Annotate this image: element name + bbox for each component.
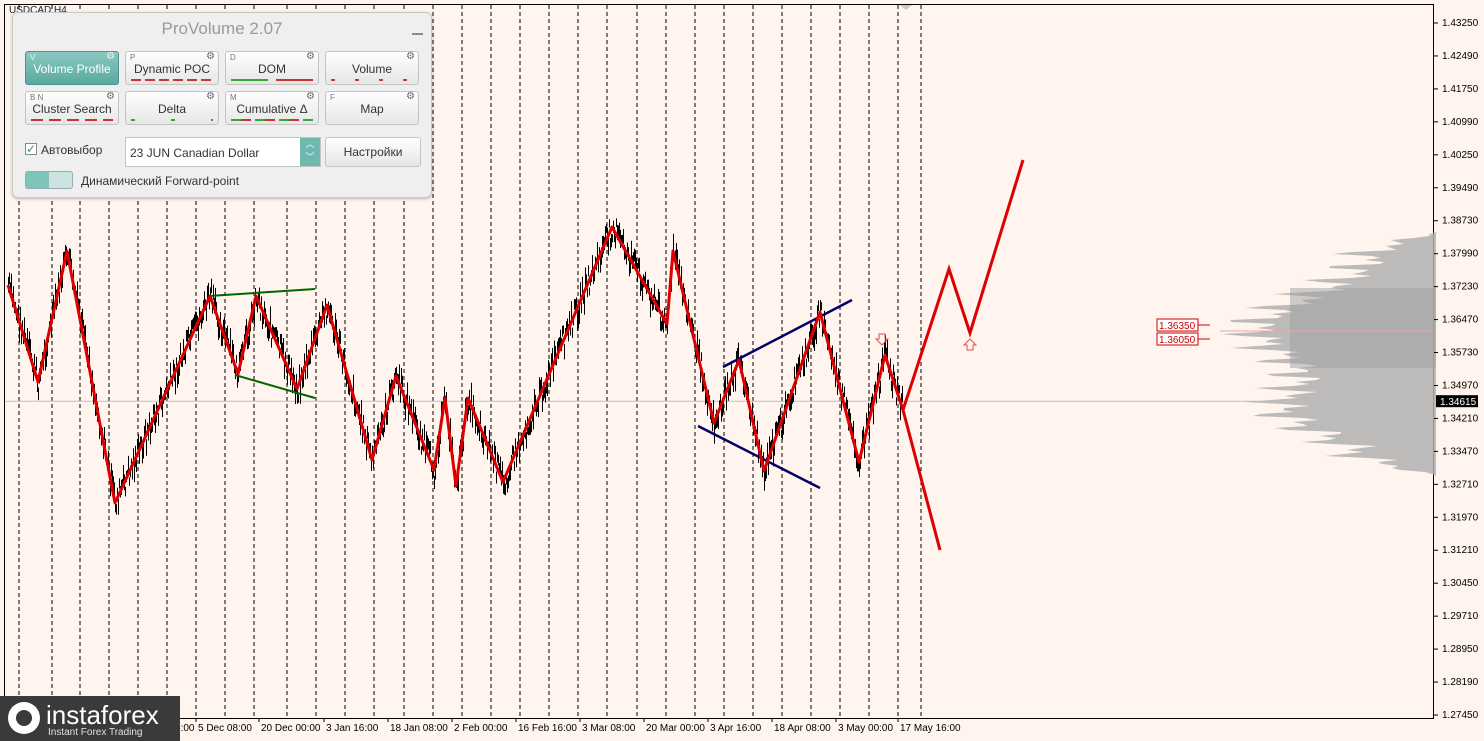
delta-button[interactable]: ⚙ Delta: [125, 91, 219, 125]
price-axis-label: 1.42490: [1442, 51, 1479, 62]
autoselect-label: Автовыбор: [41, 143, 103, 157]
gear-icon[interactable]: ⚙: [306, 51, 315, 62]
volume-profile-button[interactable]: V ⚙ Volume Profile: [25, 51, 119, 85]
instaforex-logo: instaforex Instant Forex Trading: [0, 696, 180, 741]
price-axis-label: 1.31970: [1442, 512, 1479, 523]
price-axis-label: 1.28190: [1442, 677, 1479, 688]
time-axis-label: 16 Feb 16:00: [518, 723, 577, 734]
autoselect-checkbox[interactable]: ✓: [25, 143, 37, 155]
volume-button[interactable]: ⚙ Volume: [325, 51, 419, 85]
price-axis-label: 1.40990: [1442, 117, 1479, 128]
instrument-value: 23 JUN Canadian Dollar: [130, 146, 260, 160]
gear-icon[interactable]: ⚙: [406, 51, 415, 62]
time-axis-label: 3 Mar 08:00: [582, 723, 636, 734]
spinner-icon[interactable]: ︿ ﹀: [300, 138, 320, 166]
price-axis-label: 1.28950: [1442, 644, 1479, 655]
price-axis-label: 1.34210: [1442, 413, 1479, 424]
map-button[interactable]: F ⚙ Map: [325, 91, 419, 125]
minimize-icon[interactable]: [412, 33, 423, 35]
time-axis-label: 18 Jan 08:00: [390, 723, 448, 734]
time-axis-label: 3 Jan 16:00: [326, 723, 379, 734]
current-price-label: 1.34615: [1440, 397, 1477, 408]
time-axis-label: 3 Apr 16:00: [710, 723, 762, 734]
gear-icon[interactable]: ⚙: [106, 91, 115, 102]
price-axis-label: 1.37230: [1442, 282, 1479, 293]
price-axis-label: 1.30450: [1442, 578, 1479, 589]
price-axis-label: 1.34970: [1442, 380, 1479, 391]
panel-title: ProVolume 2.07: [161, 19, 283, 38]
price-axis-label: 1.31210: [1442, 545, 1479, 556]
price-axis-label: 1.32710: [1442, 479, 1479, 490]
price-axis-label: 1.40250: [1442, 150, 1479, 161]
cumulative-delta-button[interactable]: M ⚙ Cumulative Δ: [225, 91, 319, 125]
price-axis-label: 1.43250: [1442, 18, 1479, 29]
gear-icon[interactable]: ⚙: [206, 51, 215, 62]
instrument-select[interactable]: 23 JUN Canadian Dollar ︿ ﹀: [125, 137, 321, 167]
settings-button[interactable]: Настройки: [325, 137, 421, 167]
forward-point-toggle[interactable]: [25, 171, 73, 189]
time-axis-label: 20 Dec 00:00: [261, 723, 321, 734]
price-axis-label: 1.33470: [1442, 446, 1479, 457]
time-axis-label: 3 May 00:00: [838, 723, 893, 734]
gear-icon[interactable]: ⚙: [206, 91, 215, 102]
time-axis-label: 17 May 16:00: [900, 723, 961, 734]
price-axis-label: 1.37990: [1442, 249, 1479, 260]
dom-button[interactable]: D ⚙ DOM: [225, 51, 319, 85]
price-axis-label: 1.41750: [1442, 84, 1479, 95]
price-axis-label: 1.27450: [1442, 710, 1479, 721]
price-axis-label: 1.35730: [1442, 348, 1479, 359]
time-axis-label: 18 Apr 08:00: [774, 723, 831, 734]
level-label: 1.36050: [1159, 335, 1196, 346]
price-axis-label: 1.29710: [1442, 611, 1479, 622]
value-area: [1290, 288, 1436, 368]
gear-icon[interactable]: ⚙: [406, 91, 415, 102]
time-axis-label: 2 Feb 00:00: [454, 723, 508, 734]
gear-icon[interactable]: ⚙: [306, 91, 315, 102]
cluster-search-button[interactable]: B N ⚙ Cluster Search: [25, 91, 119, 125]
dynamic-poc-button[interactable]: P ⚙ Dynamic POC: [125, 51, 219, 85]
level-label: 1.36350: [1159, 321, 1196, 332]
price-axis-label: 1.39490: [1442, 183, 1479, 194]
time-axis-label: 5 Dec 08:00: [198, 723, 252, 734]
price-axis-label: 1.36470: [1442, 315, 1479, 326]
logo-subtitle: Instant Forex Trading: [48, 727, 143, 738]
forward-point-label: Динамический Forward-point: [81, 174, 240, 188]
time-axis-label: 20 Mar 00:00: [646, 723, 705, 734]
price-axis-label: 1.38730: [1442, 216, 1479, 227]
gear-icon[interactable]: ⚙: [106, 51, 115, 62]
provolume-panel: ProVolume 2.07 V ⚙ Volume Profile P ⚙ Dyna…: [12, 12, 432, 198]
